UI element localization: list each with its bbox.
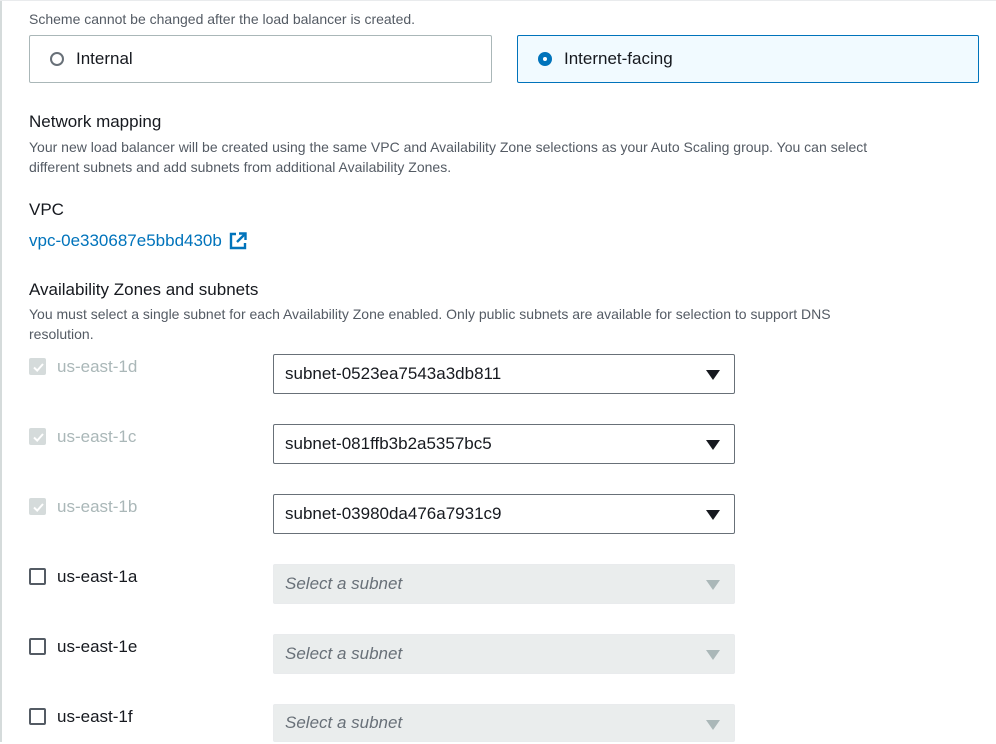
zone-label: us-east-1f — [57, 707, 133, 726]
radio-internal[interactable] — [50, 52, 64, 66]
zone-row-us-east-1f: us-east-1f Select a subnet — [29, 704, 739, 744]
zone-checkbox-us-east-1c[interactable] — [29, 428, 46, 445]
subnet-select-value: subnet-0523ea7543a3db811 — [285, 364, 502, 383]
top-border — [0, 0, 996, 1]
zone-label: us-east-1b — [57, 497, 138, 516]
zone-row-us-east-1b: us-east-1b subnet-03980da476a7931c9 — [29, 494, 739, 534]
scheme-option-label: Internal — [76, 49, 133, 68]
subnet-select-us-east-1b[interactable]: subnet-03980da476a7931c9 — [273, 494, 735, 534]
subnet-select-us-east-1f[interactable]: Select a subnet — [273, 704, 735, 742]
caret-down-icon — [706, 440, 720, 450]
zones-description-line1: You must select a single subnet for each… — [29, 306, 831, 322]
zone-label: us-east-1e — [57, 637, 138, 656]
radio-internet-facing[interactable] — [538, 52, 552, 66]
zone-checkbox-us-east-1e[interactable] — [29, 638, 46, 655]
subnet-select-us-east-1e[interactable]: Select a subnet — [273, 634, 735, 674]
vpc-label: VPC — [29, 200, 64, 219]
zones-description: You must select a single subnet for each… — [29, 304, 969, 344]
network-mapping-description-line2: different subnets and add subnets from a… — [29, 159, 452, 175]
zone-row-us-east-1d: us-east-1d subnet-0523ea7543a3db811 — [29, 354, 739, 394]
caret-down-icon — [706, 580, 720, 590]
subnet-select-placeholder: Select a subnet — [285, 713, 403, 732]
scheme-option-internet-facing[interactable]: Internet-facing — [517, 35, 979, 83]
zone-row-us-east-1a: us-east-1a Select a subnet — [29, 564, 739, 604]
zones-title: Availability Zones and subnets — [29, 280, 259, 299]
zone-label: us-east-1c — [57, 427, 137, 446]
zone-checkbox-us-east-1d[interactable] — [29, 358, 46, 375]
zones-description-line2: resolution. — [29, 326, 94, 342]
caret-down-icon — [706, 510, 720, 520]
left-border — [0, 0, 2, 742]
vpc-id: vpc-0e330687e5bbd430b — [29, 231, 222, 250]
scheme-option-label: Internet-facing — [564, 49, 673, 68]
network-mapping-description-line1: Your new load balancer will be created u… — [29, 139, 868, 155]
zone-label: us-east-1d — [57, 357, 138, 376]
subnet-select-value: subnet-03980da476a7931c9 — [285, 504, 502, 523]
caret-down-icon — [706, 370, 720, 380]
zone-label: us-east-1a — [57, 567, 138, 586]
zone-checkbox-us-east-1b[interactable] — [29, 498, 46, 515]
caret-down-icon — [706, 650, 720, 660]
subnet-select-placeholder: Select a subnet — [285, 644, 403, 663]
zone-checkbox-us-east-1f[interactable] — [29, 708, 46, 725]
subnet-select-us-east-1d[interactable]: subnet-0523ea7543a3db811 — [273, 354, 735, 394]
zone-row-us-east-1c: us-east-1c subnet-081ffb3b2a5357bc5 — [29, 424, 739, 464]
subnet-select-value: subnet-081ffb3b2a5357bc5 — [285, 434, 492, 453]
network-mapping-title: Network mapping — [29, 112, 162, 131]
subnet-select-placeholder: Select a subnet — [285, 574, 403, 593]
zone-row-us-east-1e: us-east-1e Select a subnet — [29, 634, 739, 674]
scheme-note: Scheme cannot be changed after the load … — [29, 11, 416, 27]
vpc-link[interactable]: vpc-0e330687e5bbd430b — [29, 231, 248, 251]
external-link-icon — [228, 231, 248, 251]
subnet-select-us-east-1a[interactable]: Select a subnet — [273, 564, 735, 604]
caret-down-icon — [706, 720, 720, 730]
zone-checkbox-us-east-1a[interactable] — [29, 568, 46, 585]
subnet-select-us-east-1c[interactable]: subnet-081ffb3b2a5357bc5 — [273, 424, 735, 464]
network-mapping-description: Your new load balancer will be created u… — [29, 137, 969, 177]
scheme-option-internal[interactable]: Internal — [29, 35, 492, 83]
